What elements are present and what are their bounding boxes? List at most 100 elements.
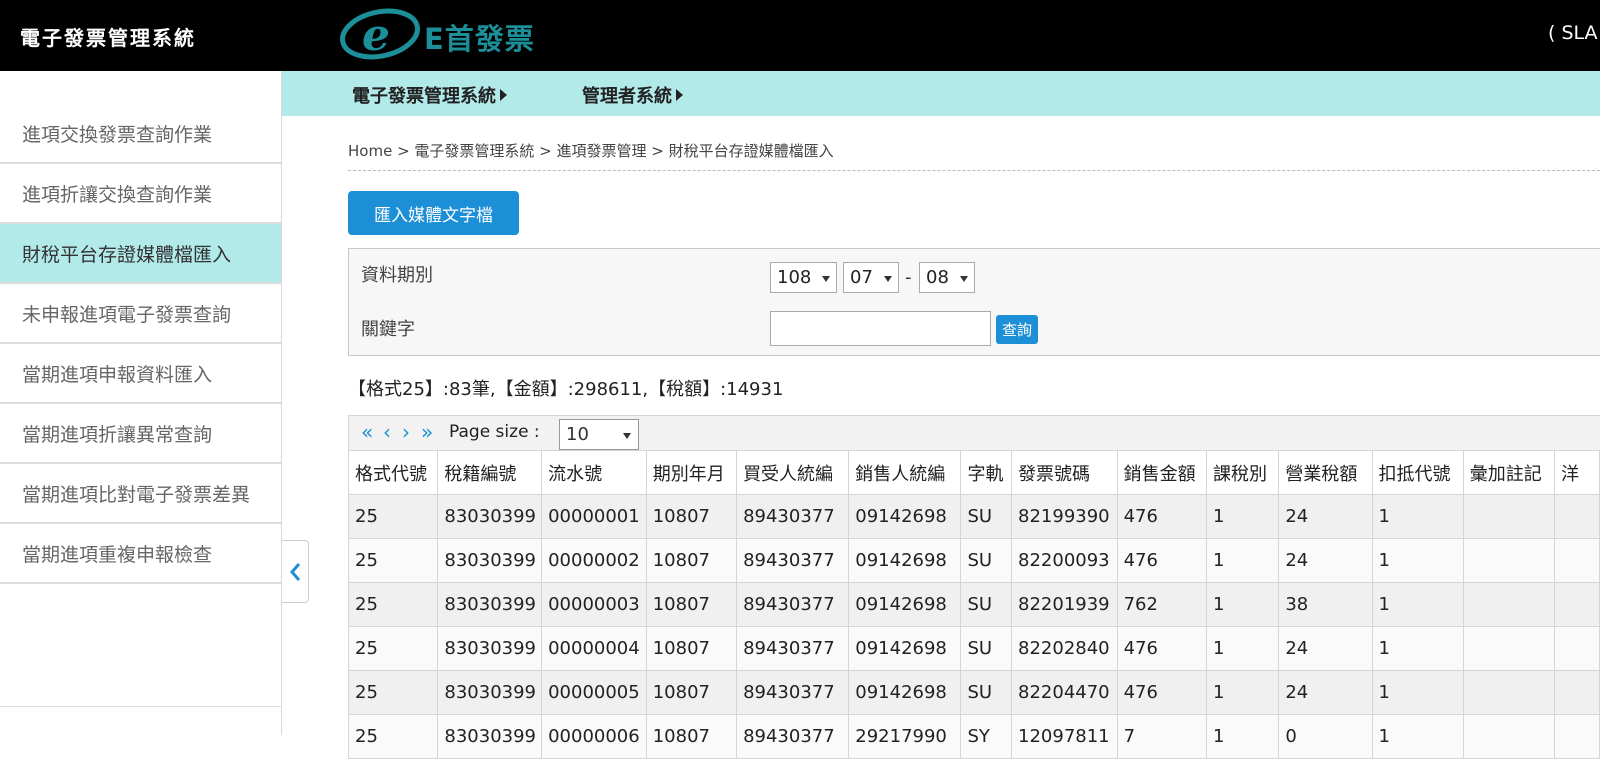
keyword-input[interactable]	[770, 311, 991, 346]
column-header[interactable]: 字軌	[960, 450, 1013, 495]
table-cell: 0	[1278, 714, 1373, 759]
period-separator: -	[905, 267, 912, 288]
header-bar: 電子發票管理系統 e E首發票 ( SLA	[0, 0, 1600, 71]
table-row[interactable]: 25 83030399 00000004 10807 89430377 09142698 S…	[347, 626, 1600, 671]
month-from-value: 07	[850, 267, 873, 288]
table-cell: SU	[960, 538, 1013, 583]
table-cell	[1462, 494, 1556, 539]
table-cell: 476	[1116, 670, 1208, 715]
table-cell: 12097811	[1011, 714, 1118, 759]
table-cell: 89430377	[736, 494, 850, 539]
column-header[interactable]: 格式代號	[347, 450, 439, 495]
table-cell: 89430377	[736, 582, 850, 627]
column-header[interactable]: 洋	[1554, 450, 1600, 495]
table-row[interactable]: 25 83030399 00000001 10807 89430377 09142698 S…	[347, 494, 1600, 539]
column-header[interactable]: 買受人統編	[736, 450, 850, 495]
table-cell: 1	[1371, 582, 1464, 627]
table-cell: SU	[960, 626, 1013, 671]
table-cell: 10807	[645, 670, 738, 715]
table-cell: 24	[1278, 626, 1373, 671]
table-cell: SU	[960, 670, 1013, 715]
sidebar-item-allowance-anomaly-query[interactable]: 當期進項折讓異常查詢	[0, 404, 281, 464]
table-cell: 10807	[645, 538, 738, 583]
year-value: 108	[777, 267, 812, 288]
table-row[interactable]: 25 83030399 00000005 10807 89430377 09142698 S…	[347, 670, 1600, 715]
table-cell: 24	[1278, 670, 1373, 715]
prev-page-icon[interactable]: ‹	[383, 420, 391, 444]
column-header[interactable]: 營業稅額	[1278, 450, 1373, 495]
column-header[interactable]: 扣抵代號	[1371, 450, 1464, 495]
period-label: 資料期別	[361, 265, 433, 286]
table-cell: 09142698	[848, 538, 962, 583]
table-cell: 09142698	[848, 582, 962, 627]
sidebar-item-current-declaration-import[interactable]: 當期進項申報資料匯入	[0, 344, 281, 404]
month-from-select[interactable]: 07	[843, 262, 899, 293]
table-cell	[1462, 626, 1556, 671]
table-cell: 1	[1371, 494, 1464, 539]
table-cell	[1554, 538, 1600, 583]
sidebar-item-input-allowance-exchange-query[interactable]: 進項折讓交換查詢作業	[0, 164, 281, 224]
table-cell: 1	[1205, 670, 1280, 715]
table-cell: 25	[347, 626, 439, 671]
query-button[interactable]: 查詢	[996, 315, 1038, 344]
table-cell: 25	[347, 494, 439, 539]
sidebar: 進項交換發票查詢作業 進項折讓交換查詢作業 財稅平台存證媒體檔匯入 未申報進項電…	[0, 71, 282, 735]
column-header[interactable]: 發票號碼	[1011, 450, 1118, 495]
page-size-select[interactable]: 10	[559, 419, 639, 450]
breadcrumb[interactable]: Home > 電子發票管理系統 > 進項發票管理 > 財稅平台存證媒體檔匯入	[348, 140, 834, 161]
table-cell: 82200093	[1011, 538, 1118, 583]
column-header[interactable]: 課稅別	[1205, 450, 1280, 495]
column-header[interactable]: 流水號	[541, 450, 647, 495]
sidebar-item-input-exchange-invoice-query[interactable]: 進項交換發票查詢作業	[0, 104, 281, 164]
user-info[interactable]: ( SLA	[1548, 22, 1598, 44]
table-cell	[1554, 714, 1600, 759]
table-cell	[1554, 626, 1600, 671]
table-cell: 89430377	[736, 538, 850, 583]
table-cell: 82204470	[1011, 670, 1118, 715]
nav-item-admin-system[interactable]: 管理者系統	[582, 82, 683, 108]
table-cell: 1	[1205, 582, 1280, 627]
sidebar-item-tax-platform-import[interactable]: 財稅平台存證媒體檔匯入	[0, 224, 281, 284]
table-cell	[1462, 714, 1556, 759]
sidebar-item-invoice-difference-compare[interactable]: 當期進項比對電子發票差異	[0, 464, 281, 524]
nav-item-einvoice-system[interactable]: 電子發票管理系統	[352, 82, 507, 108]
table-cell: 83030399	[437, 582, 543, 627]
table-cell: 29217990	[848, 714, 962, 759]
table-row[interactable]: 25 83030399 00000002 10807 89430377 09142698 S…	[347, 538, 1600, 583]
table-cell: 25	[347, 714, 439, 759]
table-cell: 00000003	[541, 582, 647, 627]
column-header[interactable]: 彙加註記	[1462, 450, 1556, 495]
next-page-icon[interactable]: ›	[402, 420, 410, 444]
sidebar-item-duplicate-declaration-check[interactable]: 當期進項重複申報檢查	[0, 524, 281, 584]
table-cell: 89430377	[736, 714, 850, 759]
column-header[interactable]: 銷售人統編	[848, 450, 962, 495]
table-row[interactable]: 25 83030399 00000006 10807 89430377 29217990 S…	[347, 714, 1600, 759]
system-title: 電子發票管理系統	[20, 26, 196, 50]
table-cell: 83030399	[437, 538, 543, 583]
column-header[interactable]: 期別年月	[645, 450, 738, 495]
column-header[interactable]: 銷售金額	[1116, 450, 1208, 495]
import-media-file-button[interactable]: 匯入媒體文字檔	[348, 191, 519, 235]
year-select[interactable]: 108	[770, 262, 837, 293]
column-header[interactable]: 稅籍編號	[437, 450, 543, 495]
table-cell: 25	[347, 670, 439, 715]
table-cell: 09142698	[848, 670, 962, 715]
month-to-select[interactable]: 08	[919, 262, 975, 293]
sidebar-item-unreported-invoice-query[interactable]: 未申報進項電子發票查詢	[0, 284, 281, 344]
invoice-table: 格式代號 稅籍編號 流水號 期別年月 買受人統編 銷售人統編 字軌 發票號碼 銷…	[347, 450, 1600, 759]
table-cell: 1	[1371, 670, 1464, 715]
breadcrumb-divider	[348, 170, 1600, 171]
page-size-label: Page size :	[449, 422, 540, 442]
table-cell: 10807	[645, 714, 738, 759]
table-cell: 38	[1278, 582, 1373, 627]
table-cell	[1554, 494, 1600, 539]
caret-right-icon	[676, 89, 683, 101]
sidebar-divider	[0, 706, 281, 707]
table-cell	[1554, 670, 1600, 715]
table-row[interactable]: 25 83030399 00000003 10807 89430377 09142698 S…	[347, 582, 1600, 627]
table-cell: 83030399	[437, 670, 543, 715]
first-page-icon[interactable]: «	[361, 420, 373, 444]
sidebar-collapse-button[interactable]	[282, 540, 309, 603]
last-page-icon[interactable]: »	[421, 420, 433, 444]
table-cell: SU	[960, 494, 1013, 539]
